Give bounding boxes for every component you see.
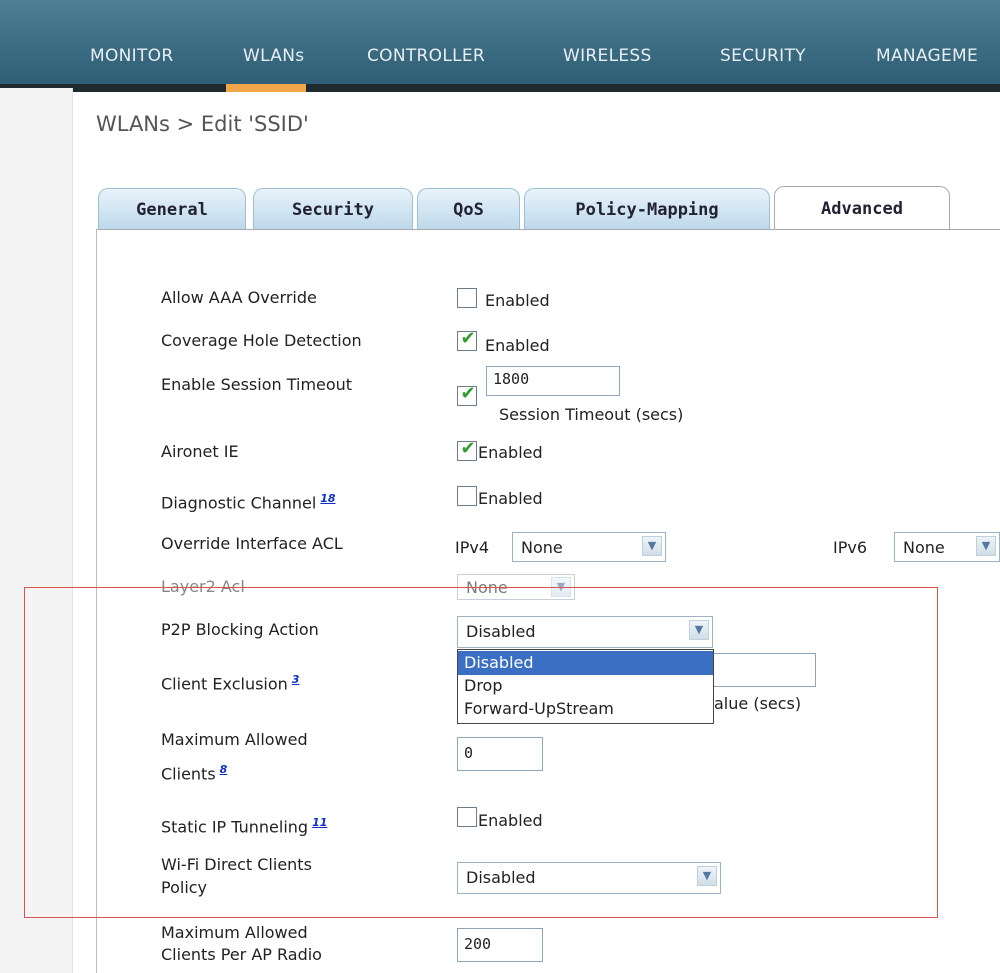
nav-controller[interactable]: CONTROLLER xyxy=(367,46,485,66)
ipv6-acl-select[interactable]: None ▼ xyxy=(894,532,1000,562)
ipv4-acl-select[interactable]: None ▼ xyxy=(512,532,666,562)
nav-security[interactable]: SECURITY xyxy=(720,46,806,66)
max-per-radio-input[interactable]: 200 xyxy=(457,928,543,962)
ipv6-acl-value: None xyxy=(903,538,945,557)
tab-qos[interactable]: QoS xyxy=(417,188,520,230)
aironet-ie-text: Enabled xyxy=(478,443,543,462)
aironet-ie-checkbox[interactable]: ✔ xyxy=(457,438,477,461)
diagnostic-channel-checkbox[interactable] xyxy=(457,486,477,506)
session-timeout-hint: Session Timeout (secs) xyxy=(499,405,684,424)
tab-general[interactable]: General xyxy=(98,188,246,230)
ipv6-label: IPv6 xyxy=(833,538,868,557)
aaa-override-text: Enabled xyxy=(485,291,550,310)
footnote-link[interactable]: 18 xyxy=(320,492,335,505)
max-per-radio-label: Maximum Allowed xyxy=(161,923,308,942)
nav-wireless[interactable]: WIRELESS xyxy=(563,46,652,66)
top-nav-bar xyxy=(0,0,1000,88)
override-acl-label: Override Interface ACL xyxy=(161,534,343,553)
ipv4-acl-value: None xyxy=(521,538,563,557)
chevron-down-icon: ▼ xyxy=(976,536,996,556)
nav-wlans[interactable]: WLANs xyxy=(243,46,304,66)
session-timeout-input[interactable]: 1800 xyxy=(486,366,620,396)
coverage-hole-label: Coverage Hole Detection xyxy=(161,331,362,350)
session-timeout-checkbox[interactable]: ✔ xyxy=(457,383,477,406)
highlight-box xyxy=(24,587,938,918)
tab-divider xyxy=(96,229,1000,230)
nav-active-indicator xyxy=(226,84,306,92)
tab-advanced[interactable]: Advanced xyxy=(774,186,950,230)
check-icon: ✔ xyxy=(460,438,476,459)
nav-underline xyxy=(0,84,1000,92)
aaa-override-label: Allow AAA Override xyxy=(161,288,317,307)
coverage-hole-text: Enabled xyxy=(485,336,550,355)
nav-management[interactable]: MANAGEME xyxy=(876,46,978,66)
max-per-radio-label-2: Clients Per AP Radio xyxy=(161,945,322,964)
session-timeout-label: Enable Session Timeout xyxy=(161,375,353,394)
nav-monitor[interactable]: MONITOR xyxy=(90,46,173,66)
check-icon: ✔ xyxy=(460,383,476,404)
coverage-hole-checkbox[interactable]: ✔ xyxy=(457,328,477,351)
chevron-down-icon: ▼ xyxy=(642,536,662,556)
diagnostic-channel-text: Enabled xyxy=(478,489,543,508)
tab-policy-mapping[interactable]: Policy-Mapping xyxy=(524,188,770,230)
diagnostic-channel-label: Diagnostic Channel 18 xyxy=(161,492,336,513)
check-icon: ✔ xyxy=(460,328,476,349)
aaa-override-checkbox[interactable] xyxy=(457,288,477,308)
aironet-ie-label: Aironet IE xyxy=(161,442,239,461)
breadcrumb: WLANs > Edit 'SSID' xyxy=(96,112,309,136)
tab-security[interactable]: Security xyxy=(253,188,413,230)
ipv4-label: IPv4 xyxy=(455,538,490,557)
